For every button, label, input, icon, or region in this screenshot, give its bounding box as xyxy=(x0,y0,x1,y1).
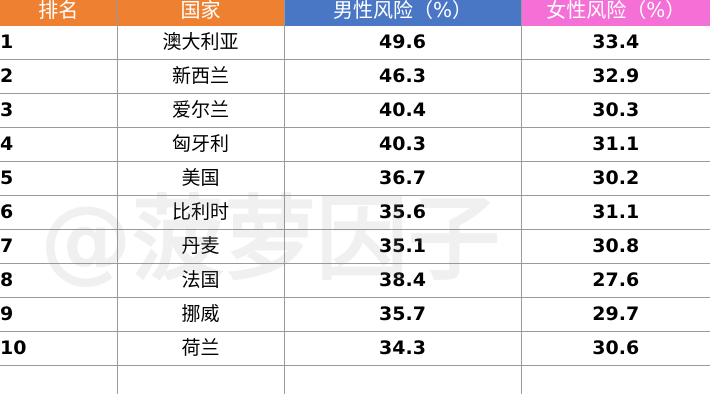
table-row: 4 匈牙利 40.3 31.1 xyxy=(0,127,710,162)
rank-cell: 9 xyxy=(0,297,118,332)
rank-cell: 5 xyxy=(0,161,118,196)
male-risk-cell: 35.1 xyxy=(284,229,522,264)
table-row: 6 比利时 35.6 31.1 xyxy=(0,195,710,230)
male-risk-cell: 38.4 xyxy=(284,263,522,298)
table-row: 3 爱尔兰 40.4 30.3 xyxy=(0,93,710,128)
country-header: 国家 xyxy=(117,0,285,26)
rank-cell: 10 xyxy=(0,331,118,366)
empty-row xyxy=(0,365,710,395)
rank-cell: 7 xyxy=(0,229,118,264)
country-cell: 匈牙利 xyxy=(117,127,285,162)
female-risk-cell: 30.3 xyxy=(521,93,710,128)
table-row: 5 美国 36.7 30.2 xyxy=(0,161,710,196)
rank-cell: 4 xyxy=(0,127,118,162)
rank-header: 排名 xyxy=(0,0,118,26)
empty-cell xyxy=(0,365,118,394)
table-row: 10 荷兰 34.3 30.6 xyxy=(0,331,710,366)
empty-cell xyxy=(117,365,285,394)
female-risk-cell: 31.1 xyxy=(521,127,710,162)
male-risk-cell: 40.4 xyxy=(284,93,522,128)
rank-cell: 2 xyxy=(0,59,118,94)
female-risk-cell: 33.4 xyxy=(521,26,710,60)
country-cell: 法国 xyxy=(117,263,285,298)
country-cell: 美国 xyxy=(117,161,285,196)
country-cell: 挪威 xyxy=(117,297,285,332)
female-risk-cell: 30.6 xyxy=(521,331,710,366)
female-risk-cell: 31.1 xyxy=(521,195,710,230)
country-cell: 丹麦 xyxy=(117,229,285,264)
male-risk-cell: 35.7 xyxy=(284,297,522,332)
table-body: 1 澳大利亚 49.6 33.4 2 新西兰 46.3 32.9 3 爱尔兰 4… xyxy=(0,26,710,394)
cancer-risk-table: 排名 国家 男性风险（%） 女性风险（%） 1 澳大利亚 49.6 33.4 2… xyxy=(0,0,710,394)
rank-cell: 3 xyxy=(0,93,118,128)
rank-cell: 1 xyxy=(0,26,118,60)
male-risk-cell: 36.7 xyxy=(284,161,522,196)
table-row: 8 法国 38.4 27.6 xyxy=(0,263,710,298)
table-row: 2 新西兰 46.3 32.9 xyxy=(0,59,710,94)
male-risk-header: 男性风险（%） xyxy=(284,0,522,26)
female-risk-cell: 30.8 xyxy=(521,229,710,264)
male-risk-cell: 40.3 xyxy=(284,127,522,162)
male-risk-cell: 49.6 xyxy=(284,26,522,60)
male-risk-cell: 46.3 xyxy=(284,59,522,94)
male-risk-cell: 35.6 xyxy=(284,195,522,230)
country-cell: 爱尔兰 xyxy=(117,93,285,128)
female-risk-cell: 27.6 xyxy=(521,263,710,298)
table-row: 9 挪威 35.7 29.7 xyxy=(0,297,710,332)
male-risk-cell: 34.3 xyxy=(284,331,522,366)
country-cell: 荷兰 xyxy=(117,331,285,366)
female-risk-cell: 29.7 xyxy=(521,297,710,332)
empty-cell xyxy=(284,365,522,394)
country-cell: 比利时 xyxy=(117,195,285,230)
table-row: 1 澳大利亚 49.6 33.4 xyxy=(0,26,710,60)
female-risk-cell: 32.9 xyxy=(521,59,710,94)
country-cell: 新西兰 xyxy=(117,59,285,94)
table-row: 7 丹麦 35.1 30.8 xyxy=(0,229,710,264)
country-cell: 澳大利亚 xyxy=(117,26,285,60)
rank-cell: 8 xyxy=(0,263,118,298)
female-risk-header: 女性风险（%） xyxy=(521,0,710,26)
empty-cell xyxy=(521,366,710,395)
header-row: 排名 国家 男性风险（%） 女性风险（%） xyxy=(0,0,710,26)
rank-cell: 6 xyxy=(0,195,118,230)
female-risk-cell: 30.2 xyxy=(521,161,710,196)
